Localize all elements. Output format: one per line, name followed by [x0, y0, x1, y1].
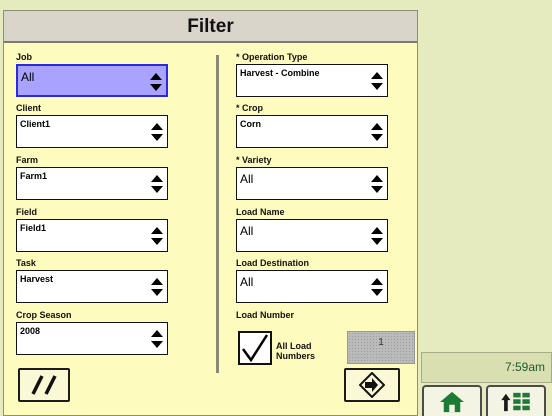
- up-down-arrows-icon: [151, 175, 163, 193]
- arrow-right-icon: [359, 372, 385, 398]
- crop-season-value: 2008: [20, 326, 41, 336]
- up-down-arrows-icon: [371, 227, 383, 245]
- field-value: Field1: [20, 223, 47, 233]
- farm-label: Farm: [16, 155, 39, 165]
- variety-value: All: [240, 172, 254, 186]
- operation-type-dropdown[interactable]: Harvest - Combine: [236, 64, 388, 97]
- variety-dropdown[interactable]: All: [236, 167, 388, 200]
- task-dropdown[interactable]: Harvest: [16, 270, 168, 303]
- load-number-field: 1: [347, 331, 415, 364]
- menu-button[interactable]: [486, 385, 546, 416]
- load-name-dropdown[interactable]: All: [236, 219, 388, 252]
- next-button[interactable]: [344, 368, 400, 402]
- up-down-arrows-icon: [151, 278, 163, 296]
- operation-type-value: Harvest - Combine: [240, 68, 320, 78]
- task-value: Harvest: [20, 274, 54, 284]
- up-arrow-grid-icon: [501, 392, 530, 411]
- right-panel: 7:59am: [419, 0, 552, 416]
- clock: 7:59am: [421, 352, 552, 383]
- client-label: Client: [16, 103, 42, 113]
- up-down-arrows-icon: [371, 72, 383, 90]
- double-slash-icon: [31, 375, 57, 395]
- client-dropdown[interactable]: Client1: [16, 115, 168, 148]
- up-down-arrows-icon: [151, 227, 163, 245]
- load-name-label: Load Name: [236, 207, 285, 217]
- job-value: All: [21, 70, 35, 84]
- up-down-arrows-icon: [371, 123, 383, 141]
- load-destination-dropdown[interactable]: All: [236, 270, 388, 303]
- job-dropdown[interactable]: All: [16, 64, 168, 97]
- all-load-numbers-checkbox[interactable]: [238, 331, 272, 365]
- all-load-numbers-label-line1: All Load: [276, 341, 312, 351]
- load-destination-value: All: [240, 275, 254, 289]
- variety-label: * Variety: [236, 155, 272, 165]
- home-icon: [440, 391, 464, 412]
- all-load-numbers-label-line2: Numbers: [276, 351, 316, 361]
- dialog-title: Filter: [4, 11, 417, 43]
- home-button[interactable]: [422, 385, 482, 416]
- up-down-arrows-icon: [151, 330, 163, 348]
- load-destination-label: Load Destination: [236, 258, 310, 268]
- field-dropdown[interactable]: Field1: [16, 219, 168, 252]
- checkmark-icon: [241, 334, 269, 363]
- job-label: Job: [16, 52, 33, 62]
- operation-type-label: * Operation Type: [236, 52, 308, 62]
- crop-value: Corn: [240, 119, 261, 129]
- up-down-arrows-icon: [151, 123, 163, 141]
- load-name-value: All: [240, 224, 254, 238]
- task-label: Task: [16, 258, 36, 268]
- up-down-arrows-icon: [371, 175, 383, 193]
- client-value: Client1: [20, 119, 51, 129]
- farm-dropdown[interactable]: Farm1: [16, 167, 168, 200]
- up-down-arrows-icon: [150, 73, 162, 91]
- up-down-arrows-icon: [371, 278, 383, 296]
- crop-dropdown[interactable]: Corn: [236, 115, 388, 148]
- cancel-button[interactable]: [18, 368, 70, 402]
- farm-value: Farm1: [20, 171, 48, 181]
- crop-season-dropdown[interactable]: 2008: [16, 322, 168, 355]
- filter-dialog: Filter Job All Client Client1 Farm Farm1…: [3, 10, 418, 416]
- crop-label: * Crop: [236, 103, 263, 113]
- crop-season-label: Crop Season: [16, 310, 72, 320]
- field-label: Field: [16, 207, 38, 217]
- all-load-numbers-label: All Load Numbers: [276, 341, 315, 361]
- load-number-label: Load Number: [236, 310, 295, 320]
- column-divider: [216, 55, 219, 373]
